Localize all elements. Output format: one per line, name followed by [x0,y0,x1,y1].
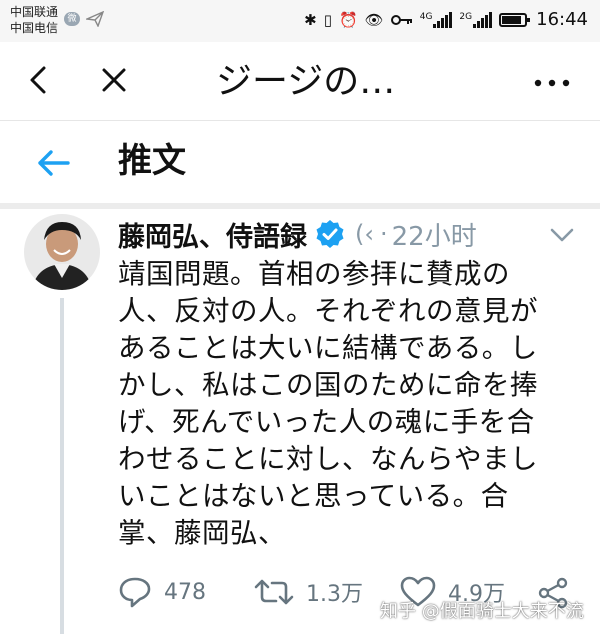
watermark: 知乎 @假面骑士大来不流 [380,601,584,622]
author-handle[interactable]: (‹ [355,220,374,248]
top-nav: ジージの… [0,42,600,120]
chevron-left-icon[interactable] [22,60,58,100]
retweet-count: 1.3万 [306,582,363,607]
tweet-line: 掌、藤岡弘、 [118,517,286,549]
tweet-line: かし、私はこの国のために命を捧 [118,369,538,401]
2g-signal-icon: 2G [459,11,493,28]
verified-badge-icon [316,220,344,248]
carrier-2: 中国电信 [10,21,59,35]
key-icon [390,14,412,25]
tweet-body: 靖国問題。首相の参拝に賛成の 人、反対の人。それぞれの意見が あることは大いに結… [118,256,588,552]
avatar[interactable] [24,214,100,290]
reply-count: 478 [164,579,206,605]
page-title: ジージの… [216,61,396,102]
battery-icon [499,12,531,27]
separator-dot: · [379,220,388,248]
notification-icons: 微 [64,11,104,27]
tweet-line: いことはないと思っている。合 [118,480,509,512]
vibrate-icon: ▯ [323,10,332,29]
battery-level [502,15,521,24]
chevron-down-icon[interactable] [548,224,576,246]
tweet-heading: 推文 [118,141,186,181]
arrow-left-icon[interactable] [34,143,74,183]
weibo-icon: 微 [64,12,80,26]
tweet-line: 人、反対の人。それぞれの意見が [118,295,538,327]
more-options-icon[interactable] [532,68,572,98]
reply-button[interactable]: 478 [118,576,206,608]
tweet-line: げ、死んでいった人の魂に手を合 [118,406,535,438]
author-name[interactable]: 藤岡弘、侍語録 [118,215,307,254]
eye-icon: 👁 [364,10,384,29]
tweet-author-row: 藤岡弘、侍語録 (‹ · 22小时 [118,212,477,256]
tweet-line: あることは大いに結構である。し [118,332,538,364]
paper-plane-icon [86,11,104,27]
carrier-1: 中国联通 [10,5,59,19]
section-divider [0,203,600,209]
tweet-time[interactable]: 22小时 [392,216,477,253]
system-status: ✱ ▯ ⏰ 👁 4G 2G 16:44 [304,9,588,30]
close-icon[interactable] [96,60,132,100]
status-bar: 中国联通 中国电信 微 ✱ ▯ ⏰ 👁 4G 2G 16:44 [0,0,600,42]
tweet-line: わせることに対し、なんらやまし [118,443,538,475]
bluetooth-icon: ✱ [304,10,317,29]
tweet-line: 靖国問題。首相の参拝に賛成の [118,258,510,290]
reply-icon [119,577,151,608]
retweet-icon [254,579,294,605]
alarm-icon: ⏰ [338,10,358,29]
retweet-button[interactable]: 1.3万 [254,576,363,608]
clock: 16:44 [536,9,588,30]
tweet-header: 推文 [0,121,600,203]
4g-signal-icon: 4G [420,11,453,28]
thread-line [60,298,64,634]
avatar-image [24,214,100,290]
carrier-info: 中国联通 中国电信 [10,4,58,36]
